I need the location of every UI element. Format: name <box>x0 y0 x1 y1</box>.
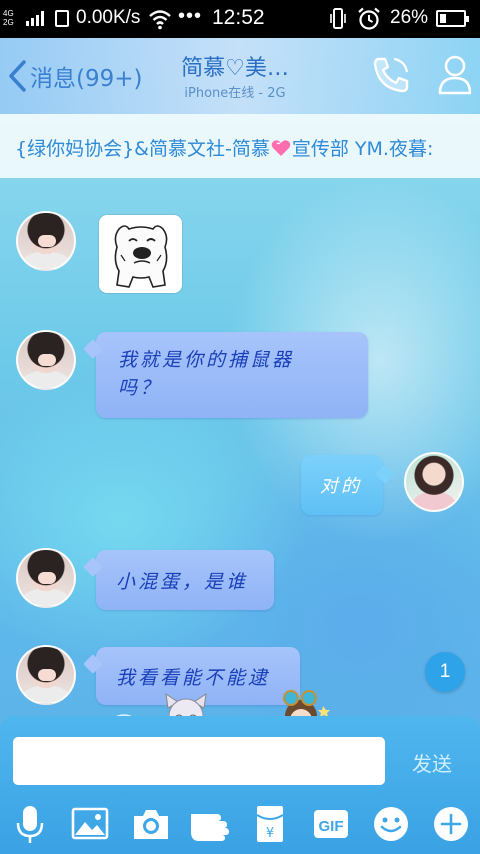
signal-icon <box>26 10 48 26</box>
poke-hand-icon[interactable] <box>189 804 233 844</box>
battery-fill <box>440 14 446 23</box>
group-notice-banner[interactable]: {绿你妈协会}&简慕文社-简慕 宣传部 YM.夜暮: <box>0 114 480 178</box>
network-type-label: 4G 2G <box>3 9 14 27</box>
send-button[interactable]: 发送 <box>404 747 460 777</box>
message-bubble-incoming[interactable]: 我就是你的捕鼠器 吗？ <box>96 332 368 418</box>
contact-avatar[interactable] <box>16 211 76 271</box>
red-packet-symbol: ¥ <box>266 826 274 841</box>
message-text: 我就是你的捕鼠器 吗？ <box>118 346 390 402</box>
group-notice-text-end: 宣传部 YM.夜暮: <box>291 138 434 160</box>
message-input-panel: 发送 ¥ GIF <box>0 716 480 854</box>
profile-icon[interactable] <box>436 52 474 96</box>
red-packet-icon[interactable]: ¥ <box>250 804 290 844</box>
message-text-line: 吗？ <box>118 377 163 399</box>
heart-emoji-icon <box>271 140 291 156</box>
group-notice-text: {绿你妈协会}&简慕文社-简慕 宣传部 YM.夜暮: <box>15 134 433 161</box>
sim-icon <box>55 10 69 27</box>
message-text-line: 我就是你的捕鼠器 <box>118 349 295 371</box>
gif-label: GIF <box>319 818 344 835</box>
image-icon[interactable] <box>70 804 110 844</box>
chat-title[interactable]: 简慕♡美… <box>150 50 320 82</box>
status-bar: 4G 2G 0.00K/s ••• 12:52 26% <box>0 0 480 38</box>
message-text: 小混蛋，是谁 <box>116 571 249 593</box>
input-toolbar: ¥ GIF <box>0 802 480 850</box>
camera-icon[interactable] <box>131 804 171 844</box>
gif-icon[interactable]: GIF <box>311 804 351 844</box>
sticker-message[interactable] <box>99 215 182 293</box>
chevron-left-icon <box>9 60 26 92</box>
message-bubble-incoming[interactable]: 小混蛋，是谁 <box>96 550 274 610</box>
phone-call-icon[interactable] <box>370 54 412 96</box>
online-status: iPhone在线 - 2G <box>184 86 286 101</box>
message-text: 对的 <box>320 476 362 497</box>
contact-avatar[interactable] <box>16 645 76 705</box>
network-type-top: 4G <box>3 9 14 18</box>
network-type-bottom: 2G <box>3 18 14 27</box>
battery-icon <box>436 10 469 27</box>
alarm-icon <box>358 7 380 30</box>
battery-percent: 26% <box>390 7 429 28</box>
mic-icon[interactable] <box>10 804 50 844</box>
back-label: 消息(99+) <box>30 66 143 92</box>
message-input[interactable] <box>13 737 385 785</box>
group-notice-text-start: {绿你妈协会}&简慕文社-简慕 <box>15 138 270 160</box>
net-speed: 0.00K/s <box>76 7 141 28</box>
vibrate-icon <box>330 8 346 29</box>
unread-count-badge[interactable]: 1 <box>425 652 465 692</box>
wifi-icon <box>149 10 171 30</box>
my-avatar[interactable] <box>404 452 464 512</box>
status-time: 12:52 <box>212 6 265 29</box>
meme-bear-sticker-icon <box>114 225 168 288</box>
contact-avatar[interactable] <box>16 548 76 608</box>
back-button[interactable]: 消息(99+) <box>6 56 142 96</box>
plus-icon[interactable] <box>431 804 471 844</box>
more-notifications-icon: ••• <box>178 5 203 27</box>
emoji-icon[interactable] <box>371 804 411 844</box>
message-bubble-outgoing[interactable]: 对的 <box>301 455 383 515</box>
chat-header: 消息(99+) 简慕♡美… iPhone在线 - 2G <box>0 38 480 114</box>
contact-avatar[interactable] <box>16 330 76 390</box>
